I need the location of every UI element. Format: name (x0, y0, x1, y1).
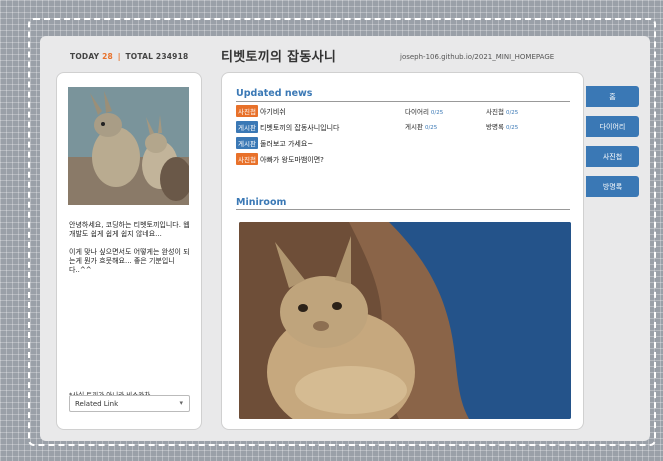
miniroom-photo (239, 222, 571, 419)
stat-guestbook[interactable]: 방명록 0/25 (486, 121, 518, 131)
news-tag: 사진첩 (236, 153, 258, 165)
news-item[interactable]: 사진첩 아기비쉬 (236, 105, 286, 117)
news-divider (236, 101, 570, 102)
site-title: 티벳토끼의 잡동사니 (221, 50, 337, 65)
news-item[interactable]: 게시판 티벳토끼의 잡동사니입니다 (236, 121, 340, 133)
viscacha-photo (68, 87, 189, 205)
news-text: 티벳토끼의 잡동사니입니다 (259, 124, 340, 132)
counter-separator: | (117, 52, 121, 61)
news-item[interactable]: 사진첩 아빠가 왕도마뱀이면? (236, 153, 324, 165)
news-tag: 사진첩 (236, 105, 258, 117)
news-item[interactable]: 게시판 둘러보고 가세요~ (236, 137, 314, 149)
profile-intro-2: 이게 맞나 싶으면서도 어떻게는 완성이 되는게 뭔가 흐뭇해요... 좋은 기… (69, 248, 190, 274)
today-label: TODAY (70, 52, 100, 61)
chevron-down-icon: ▾ (179, 399, 183, 407)
profile-photo (68, 87, 189, 205)
profile-intro-1: 안녕하세요, 코딩하는 티벳토끼입니다. 웹 개발도 쉽게 쉽게 쉽지 않네요.… (69, 221, 190, 238)
news-text: 아기비쉬 (259, 108, 286, 116)
profile-intro: 안녕하세요, 코딩하는 티벳토끼입니다. 웹 개발도 쉽게 쉽게 쉽지 않네요.… (69, 221, 193, 284)
viscacha-photo (239, 222, 571, 419)
stat-photo[interactable]: 사진첩 0/25 (486, 106, 518, 116)
stat-diary[interactable]: 다이어리 0/25 (405, 106, 443, 116)
today-count: 28 (102, 52, 113, 61)
related-link-label: Related Link (75, 400, 119, 408)
updated-news-title: Updated news (236, 88, 313, 99)
miniroom-divider (236, 209, 570, 210)
news-text: 둘러보고 가세요~ (259, 140, 314, 148)
news-tag: 게시판 (236, 121, 258, 133)
site-url[interactable]: joseph-106.github.io/2021_MINI_HOMEPAGE (400, 53, 554, 61)
tab-guestbook[interactable]: 방명록 (586, 176, 639, 197)
related-link-select[interactable]: Related Link ▾ (69, 395, 190, 412)
main-panel: Updated news 사진첩 아기비쉬 게시판 티벳토끼의 잡동사니입니다 게시… (221, 72, 584, 430)
stat-board[interactable]: 게시판 0/25 (405, 121, 437, 131)
profile-panel: 안녕하세요, 코딩하는 티벳토끼입니다. 웹 개발도 쉽게 쉽게 쉽지 않네요.… (56, 72, 202, 430)
miniroom-title: Miniroom (236, 197, 287, 208)
visitor-counter: TODAY 28 | TOTAL 234918 (70, 52, 188, 68)
news-text: 아빠가 왕도마뱀이면? (259, 156, 324, 164)
tab-diary[interactable]: 다이어리 (586, 116, 639, 137)
tab-photo[interactable]: 사진첩 (586, 146, 639, 167)
total-count: TOTAL 234918 (125, 52, 189, 61)
tab-home[interactable]: 홈 (586, 86, 639, 107)
news-tag: 게시판 (236, 137, 258, 149)
